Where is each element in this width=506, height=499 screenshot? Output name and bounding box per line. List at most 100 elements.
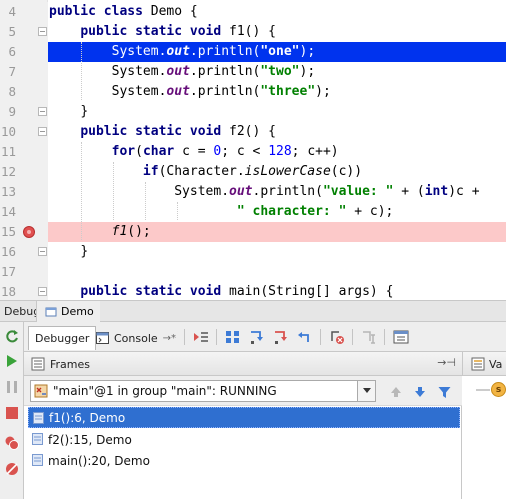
indent-guide bbox=[81, 142, 82, 240]
code-text: System.out.println("three"); bbox=[111, 84, 331, 99]
console-icon bbox=[96, 332, 109, 344]
previous-frame-button[interactable] bbox=[388, 384, 404, 400]
variable-row[interactable]: s bbox=[462, 380, 506, 400]
thread-selector-row: "main"@1 in group "main": RUNNING bbox=[24, 376, 462, 406]
fold-minus-icon[interactable] bbox=[38, 247, 47, 256]
code-line[interactable]: 4 public class Demo { bbox=[0, 2, 506, 22]
fold-minus-icon[interactable] bbox=[38, 27, 47, 36]
pause-icon bbox=[7, 381, 17, 393]
step-into-button[interactable] bbox=[248, 328, 266, 346]
frame-label: main():20, Demo bbox=[48, 453, 150, 468]
breakpoint-icon[interactable] bbox=[23, 226, 35, 238]
stop-button[interactable] bbox=[3, 404, 21, 422]
variables-icon bbox=[471, 357, 485, 371]
arrow-up-icon bbox=[391, 387, 401, 397]
resume-icon bbox=[7, 355, 17, 367]
variables-panel-header: Va bbox=[462, 352, 506, 376]
filter-icon bbox=[438, 386, 450, 398]
line-number: 6 bbox=[8, 44, 16, 59]
code-text: public static void main(String[] args) { bbox=[80, 284, 394, 299]
frame-row[interactable]: main():20, Demo bbox=[28, 450, 460, 471]
next-frame-button[interactable] bbox=[412, 384, 428, 400]
show-execution-point-button[interactable] bbox=[192, 328, 210, 346]
step-out-button[interactable] bbox=[296, 328, 314, 346]
code-line[interactable]: 8 System.out.println("three"); bbox=[0, 82, 506, 102]
drop-frame-icon bbox=[331, 331, 344, 344]
variables-panel: Va s bbox=[462, 352, 506, 499]
pause-button[interactable] bbox=[3, 378, 21, 396]
run-to-cursor-icon bbox=[363, 331, 375, 344]
step-over-button[interactable] bbox=[224, 328, 242, 346]
drop-frame-button[interactable] bbox=[328, 328, 346, 346]
tab-debugger[interactable]: Debugger bbox=[28, 326, 97, 350]
thread-running-icon bbox=[34, 384, 48, 398]
force-step-into-icon bbox=[275, 331, 287, 344]
thread-dropdown[interactable]: "main"@1 in group "main": RUNNING bbox=[30, 380, 376, 402]
frame-row[interactable]: f1():6, Demo bbox=[28, 407, 460, 428]
line-number: 8 bbox=[8, 84, 16, 99]
frame-label: f2():15, Demo bbox=[48, 432, 132, 447]
code-line[interactable]: 9 } bbox=[0, 102, 506, 122]
run-to-cursor-button[interactable] bbox=[360, 328, 378, 346]
code-text: " character: " + c); bbox=[236, 204, 394, 219]
run-config-icon bbox=[45, 307, 57, 316]
view-breakpoints-icon bbox=[5, 436, 19, 450]
mute-breakpoints-icon bbox=[6, 463, 18, 475]
toolbar-separator bbox=[320, 329, 321, 345]
step-over-icon bbox=[226, 331, 239, 343]
toolbar-separator bbox=[352, 329, 353, 345]
line-number: 11 bbox=[0, 144, 16, 159]
rerun-icon bbox=[6, 330, 18, 343]
stop-icon bbox=[6, 407, 18, 419]
code-line[interactable]: 11 for(char c = 0; c < 128; c++) bbox=[0, 142, 506, 162]
console-tab-label: Console bbox=[114, 331, 158, 345]
fold-minus-icon[interactable] bbox=[38, 127, 47, 136]
code-text: public class Demo { bbox=[49, 4, 198, 19]
view-breakpoints-button[interactable] bbox=[3, 434, 21, 452]
current-execution-line[interactable]: 6 System.out.println("one"); bbox=[0, 42, 506, 62]
code-text: System.out.println("two"); bbox=[111, 64, 316, 79]
code-line[interactable]: 17 bbox=[0, 262, 506, 282]
code-line[interactable]: 7 System.out.println("two"); bbox=[0, 62, 506, 82]
debug-actions-strip bbox=[0, 322, 24, 499]
code-line[interactable]: 18 public static void main(String[] args… bbox=[0, 282, 506, 300]
rerun-button[interactable] bbox=[3, 328, 21, 346]
static-badge-icon: s bbox=[491, 382, 506, 397]
debug-session-tab[interactable]: Demo bbox=[36, 301, 100, 322]
arrow-down-icon bbox=[415, 387, 425, 397]
indent-guide bbox=[113, 162, 114, 220]
filter-frames-button[interactable] bbox=[436, 384, 452, 400]
fold-minus-icon[interactable] bbox=[38, 107, 47, 116]
force-step-into-button[interactable] bbox=[272, 328, 290, 346]
code-line[interactable]: 13 System.out.println("value: " + (int)c… bbox=[0, 182, 506, 202]
code-text: } bbox=[80, 104, 89, 119]
frames-panel: Frames →⊣ "main"@1 in group "main": RUNN… bbox=[24, 352, 462, 499]
frame-icon bbox=[32, 454, 43, 466]
frames-pin-icon[interactable]: →⊣ bbox=[437, 356, 456, 369]
code-text: public static void f2() { bbox=[80, 124, 276, 139]
evaluate-expression-button[interactable] bbox=[392, 328, 410, 346]
code-line[interactable]: 12 if(Character.isLowerCase(c)) bbox=[0, 162, 506, 182]
resume-button[interactable] bbox=[3, 352, 21, 370]
fold-minus-icon[interactable] bbox=[38, 287, 47, 296]
indent-guide bbox=[145, 182, 146, 220]
code-line[interactable]: 5 public static void f1() { bbox=[0, 22, 506, 42]
tab-console[interactable]: Console →* bbox=[90, 326, 182, 350]
code-line[interactable]: 14 " character: " + c); bbox=[0, 202, 506, 222]
breakpoint-line[interactable]: 15 f1(); bbox=[0, 222, 506, 242]
variables-title: Va bbox=[489, 358, 503, 371]
frames-title: Frames bbox=[50, 358, 91, 371]
step-out-icon bbox=[298, 332, 309, 342]
chevron-down-icon[interactable] bbox=[357, 381, 375, 401]
toolbar-separator bbox=[184, 329, 185, 345]
code-line[interactable]: 16 } bbox=[0, 242, 506, 262]
code-line[interactable]: 10 public static void f2() { bbox=[0, 122, 506, 142]
toolbar-separator bbox=[216, 329, 217, 345]
frame-row[interactable]: f2():15, Demo bbox=[28, 429, 460, 450]
mute-breakpoints-button[interactable] bbox=[3, 460, 21, 478]
line-number: 5 bbox=[8, 24, 16, 39]
line-number: 13 bbox=[0, 184, 16, 199]
code-editor[interactable]: 4 public class Demo { 5 public static vo… bbox=[0, 0, 506, 300]
line-number: 12 bbox=[0, 164, 16, 179]
line-number: 4 bbox=[8, 4, 16, 19]
